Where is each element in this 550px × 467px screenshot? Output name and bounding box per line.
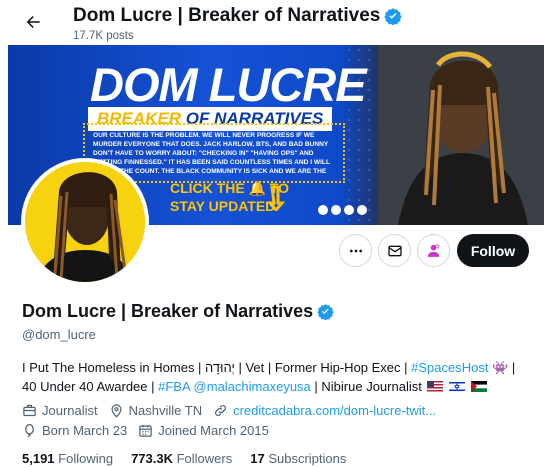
israel-flag-icon (449, 381, 466, 392)
job-text: Journalist (42, 403, 98, 418)
bio-text: 40 Under 40 Awardee | (22, 379, 159, 394)
profile-join-date: Joined March 2015 (138, 423, 269, 438)
location-icon (111, 404, 122, 418)
website-link[interactable]: creditcadabra.com/dom-lucre-twit... (233, 403, 436, 418)
following-link[interactable]: 5,191 Following (22, 451, 113, 466)
banner-down-arrow-icon (268, 185, 286, 211)
post-count: 17.7K posts (73, 30, 134, 42)
born-text: Born March 23 (42, 423, 128, 438)
profile-meta-row-1: Journalist Nashville TN creditcadabra.co… (22, 403, 447, 418)
bio-text: | Nibirue Journalist (310, 379, 422, 394)
profile-website: creditcadabra.com/dom-lucre-twit... (213, 403, 436, 418)
us-flag-icon (427, 381, 444, 392)
palestine-flag-icon (470, 381, 487, 392)
profile-meta-row-2: Born March 23 Joined March 2015 (22, 423, 280, 438)
follow-button[interactable]: Follow (457, 234, 529, 267)
profile-header: Dom Lucre | Breaker of Narratives 17.7K … (0, 0, 550, 46)
bio-line-1: I Put The Homeless in Homes | יְהוּדָה |… (22, 358, 532, 377)
message-button[interactable] (378, 234, 411, 267)
verified-badge-icon[interactable] (317, 303, 334, 320)
profile-handle: @dom_lucre (22, 327, 96, 342)
following-count: 5,191 (22, 451, 55, 466)
bio-line-2: 40 Under 40 Awardee | #FBA @malachimaxey… (22, 377, 532, 396)
briefcase-icon (23, 404, 36, 417)
profile-name: Dom Lucre | Breaker of Narratives (22, 301, 334, 322)
followers-label: Followers (173, 451, 233, 466)
calendar-icon (139, 424, 153, 437)
joined-text: Joined March 2015 (158, 423, 269, 438)
following-label: Following (54, 451, 114, 466)
subscribe-button[interactable] (417, 234, 450, 267)
header-title-text: Dom Lucre | Breaker of Narratives (73, 5, 381, 26)
location-text: Nashville TN (128, 403, 203, 418)
profile-bio: I Put The Homeless in Homes | יְהוּדָה |… (22, 358, 532, 396)
profile-stats: 5,191 Following 773.3K Followers 17 Subs… (22, 451, 364, 466)
subscriptions-count: 17 (250, 451, 265, 466)
profile-birthday: Born March 23 (22, 423, 127, 438)
message-icon (387, 245, 402, 256)
more-button[interactable] (339, 234, 372, 267)
verified-badge-icon[interactable] (384, 7, 403, 25)
instagram-icon (357, 205, 367, 215)
banner-social-icons (318, 205, 367, 215)
link-icon (215, 405, 227, 416)
followers-count: 773.3K (131, 451, 173, 466)
banner-title: DOM LUCRE (90, 58, 367, 111)
hashtag-spaceshost-link[interactable]: #SpacesHost (411, 360, 488, 375)
mention-malachimaxeyusa-link[interactable]: @malachimaxeyusa (194, 379, 311, 394)
profile-avatar[interactable] (21, 158, 149, 286)
subscriptions-link[interactable]: 17 Subscriptions (250, 451, 346, 466)
profile-location: Nashville TN (109, 403, 202, 418)
youtube-icon (331, 205, 341, 215)
followers-link[interactable]: 773.3K Followers (131, 451, 232, 466)
tiktok-icon (344, 205, 354, 215)
bio-text: I Put The Homeless in Homes | יְהוּדָה |… (22, 360, 412, 375)
back-arrow-icon (26, 16, 40, 28)
balloon-icon (25, 423, 34, 438)
header-title: Dom Lucre | Breaker of Narratives (73, 5, 403, 27)
banner-portrait (378, 45, 544, 225)
facebook-icon (318, 205, 328, 215)
bio-text: 👾 | (488, 360, 516, 375)
hashtag-fba-link[interactable]: #FBA (158, 379, 190, 394)
profile-category: Journalist (22, 403, 98, 418)
more-icon (349, 249, 362, 252)
profile-name-text: Dom Lucre | Breaker of Narratives (22, 301, 314, 321)
back-button[interactable] (22, 11, 44, 33)
subscriptions-label: Subscriptions (264, 451, 347, 466)
avatar-image (25, 162, 145, 282)
subscribe-icon (427, 243, 440, 257)
